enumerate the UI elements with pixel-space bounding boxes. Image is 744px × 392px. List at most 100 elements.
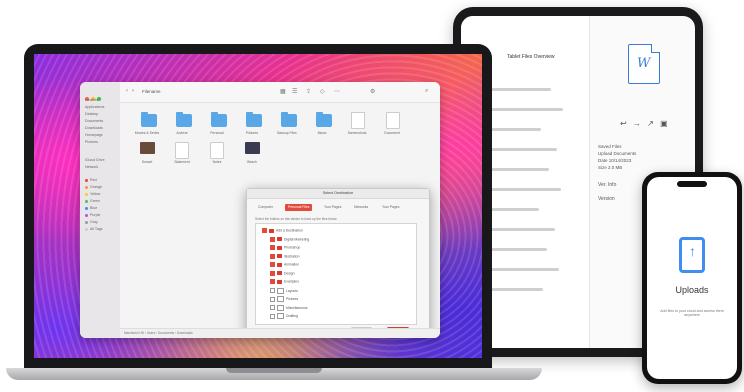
laptop-notch [226,368,322,373]
tree-row[interactable]: Examples [270,279,299,284]
folder-icon [269,228,274,233]
tablet-tools[interactable]: ↩ → ↗ ▣ [620,119,670,128]
settings-icon[interactable]: ⚙ [370,88,375,95]
tablet-detail-line: Date 10/14/2023 [598,158,632,163]
folder-icon [277,313,284,319]
item-label: Sunset [141,160,153,164]
tablet-file-title[interactable]: Tablet Files Overview [507,54,555,60]
dialog-hint: Select the folders on this device to bac… [255,217,337,221]
folder-icon [277,287,284,294]
tree-row[interactable]: Photoshop [270,245,300,250]
checkbox[interactable] [270,253,275,259]
sidebar-item-desktop[interactable]: Desktop [85,112,98,116]
sidebar-tag-purple[interactable]: Purple [85,213,100,217]
sidebar-tag-all-tags[interactable]: All Tags [85,227,103,231]
tablet-list-line [491,88,551,91]
checkbox[interactable] [270,296,275,302]
checkbox[interactable] [270,270,275,276]
sidebar-item-downloads[interactable]: Downloads [85,126,103,130]
file-icon[interactable] [175,142,189,159]
forward-icon[interactable]: › [132,88,134,94]
tree-row[interactable]: Add a Destination [262,228,303,233]
tree-row[interactable]: Pictures [270,296,298,302]
sidebar-tag-yellow[interactable]: Yellow [85,192,100,196]
uploads-subtitle: Add files to your cloud and access them … [660,309,724,317]
checkbox[interactable] [270,305,275,310]
sidebar-item-documents[interactable]: Documents [85,119,103,123]
item-label: Movies & Series [134,131,160,135]
sidebar-item-network[interactable]: Network [85,165,98,169]
folder-icon[interactable] [141,112,157,127]
share-icon[interactable]: ⇪ [306,88,311,95]
folder-icon[interactable] [281,112,297,127]
item-label: Beach [247,160,257,164]
grid-view-icon[interactable]: ▦ [280,88,286,95]
image-thumbnail-icon[interactable] [245,142,260,154]
back-icon[interactable]: ‹ [126,88,128,94]
sidebar-item-pictures[interactable]: Pictures [85,140,98,144]
tree-row[interactable]: Illustration [270,253,300,259]
checkbox[interactable] [270,245,275,250]
file-icon[interactable] [210,142,224,159]
folder-icon[interactable] [316,112,332,127]
tree-label: Photoshop [284,245,301,250]
sidebar-locations-header[interactable]: iCloud Drive [85,158,105,162]
dialog-tab[interactable]: Computer [255,204,276,211]
sidebar-item-homepage[interactable]: Homepage [85,133,103,137]
sidebar-tag-red[interactable]: Red [85,178,97,182]
sidebar-tag-orange[interactable]: Orange [85,185,102,189]
dialog-tabs: Computer Personal Files Your Pages Networks… [255,204,421,212]
search-icon[interactable]: ⌕ [425,88,428,95]
tag-color-icon [85,227,88,231]
tablet-detail-line: Size 2.0 MB [598,165,623,170]
dialog-tab[interactable]: Networks [351,204,371,211]
checkbox[interactable] [270,262,275,267]
checkbox[interactable] [270,288,275,293]
more-icon[interactable]: ⋯ [334,88,340,95]
item-label: Document [384,131,400,135]
sidebar-tag-blue[interactable]: Blue [85,206,97,210]
sidebar-tag-green[interactable]: Green [85,199,100,203]
phone-device: ↑ Uploads Add files to your cloud and ac… [642,172,742,384]
list-view-icon[interactable]: ☰ [292,88,297,95]
tablet-list-line [491,108,563,111]
item-label: Statement [174,160,190,164]
folder-icon[interactable] [176,112,192,127]
sidebar-item-recents[interactable]: Recents [85,98,98,102]
tree-row[interactable]: Design [270,270,295,276]
upload-arrow-icon: ↑ [689,243,696,259]
dialog-tab[interactable]: Your Pages [379,204,402,211]
item-label: Backup Files [277,131,297,135]
tree-row[interactable]: Animation [270,262,299,267]
checkbox[interactable] [262,228,267,233]
tag-color-icon [85,178,88,182]
file-icon[interactable] [351,112,365,129]
tablet-list-line [491,188,561,191]
tree-label: Design [284,270,295,275]
checkbox[interactable] [270,279,275,284]
tree-row[interactable]: Miscellaneous [270,304,308,311]
tag-color-icon [85,206,88,210]
sidebar-item-applications[interactable]: Applications [85,105,104,109]
checkbox[interactable] [270,236,275,242]
tree-label: Drafting [286,313,298,318]
sidebar-tag-gray[interactable]: Gray [85,220,98,224]
tag-icon[interactable]: ◇ [320,88,325,95]
tree-row[interactable]: Drafting [270,313,298,319]
image-thumbnail-icon[interactable] [140,142,155,154]
tree-label: Illustration [284,253,300,258]
folder-icon[interactable] [246,112,262,127]
tag-color-icon [85,213,88,217]
path-bar: Macintosh HD › Users › Documents › Downl… [120,328,440,338]
tree-row[interactable]: Layouts [270,287,298,294]
dialog-tab[interactable]: Your Pages [321,204,344,211]
folder-icon [277,296,284,302]
tag-label: Yellow [90,192,101,196]
file-icon[interactable] [386,112,400,129]
dialog-tab[interactable]: Personal Files [285,204,313,211]
checkbox[interactable] [270,313,275,319]
tree-row[interactable]: Digital Marketing [270,236,309,242]
upload-phone-icon[interactable]: ↑ [679,237,705,273]
folder-icon [277,279,282,284]
folder-icon[interactable] [211,112,227,127]
